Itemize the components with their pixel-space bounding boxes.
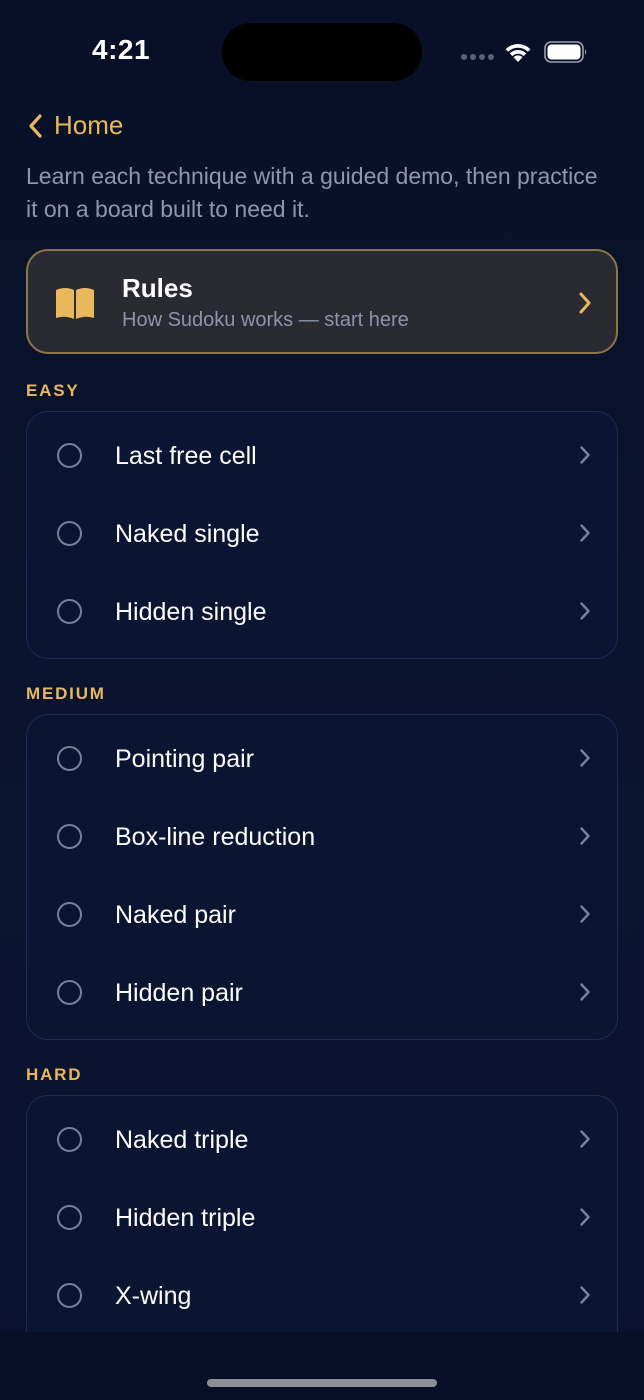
progress-circle-icon bbox=[57, 824, 82, 849]
technique-label: Naked single bbox=[115, 520, 260, 548]
back-button-label: Home bbox=[54, 110, 124, 140]
back-button[interactable]: Home bbox=[26, 110, 123, 141]
progress-circle-icon bbox=[57, 1127, 82, 1152]
technique-row-naked-pair[interactable]: Naked pair bbox=[27, 877, 617, 955]
dynamic-island bbox=[222, 23, 422, 81]
book-icon bbox=[56, 288, 94, 319]
chevron-right-icon bbox=[580, 749, 590, 767]
technique-label: Naked pair bbox=[115, 901, 236, 929]
technique-label: Pointing pair bbox=[115, 745, 254, 773]
progress-circle-icon bbox=[57, 746, 82, 771]
chevron-right-icon bbox=[580, 446, 590, 464]
chevron-right-icon bbox=[580, 524, 590, 542]
technique-label: Last free cell bbox=[115, 442, 257, 470]
home-indicator[interactable] bbox=[207, 1379, 437, 1387]
rules-subtitle: How Sudoku works — start here bbox=[122, 309, 409, 331]
technique-label: X-wing bbox=[115, 1282, 192, 1310]
technique-label: Hidden triple bbox=[115, 1204, 256, 1232]
technique-row-naked-triple[interactable]: Naked triple bbox=[27, 1102, 617, 1180]
chevron-right-icon bbox=[580, 905, 590, 923]
rules-title: Rules bbox=[122, 273, 193, 303]
technique-row-hidden-single[interactable]: Hidden single bbox=[27, 574, 617, 652]
technique-label: Hidden single bbox=[115, 598, 267, 626]
progress-circle-icon bbox=[57, 599, 82, 624]
technique-group-hard: Naked triple Hidden triple X-wing bbox=[26, 1095, 618, 1345]
technique-group-easy: Last free cell Naked single Hidden singl… bbox=[26, 411, 618, 659]
progress-circle-icon bbox=[57, 1205, 82, 1230]
progress-circle-icon bbox=[57, 980, 82, 1005]
progress-circle-icon bbox=[57, 902, 82, 927]
technique-label: Hidden pair bbox=[115, 979, 243, 1007]
chevron-right-icon bbox=[580, 827, 590, 845]
section-title-medium: MEDIUM bbox=[26, 684, 106, 703]
battery-icon bbox=[544, 41, 587, 63]
technique-row-naked-single[interactable]: Naked single bbox=[27, 496, 617, 574]
progress-circle-icon bbox=[57, 1283, 82, 1308]
chevron-left-icon bbox=[29, 113, 42, 138]
chevron-right-icon bbox=[580, 1208, 590, 1226]
technique-label: Naked triple bbox=[115, 1126, 249, 1154]
technique-group-medium: Pointing pair Box-line reduction Naked p… bbox=[26, 714, 618, 1040]
bottom-safe-area bbox=[0, 1332, 644, 1400]
screen: 4:21 Home Learn each technique with a gu… bbox=[0, 0, 644, 1400]
chevron-right-icon bbox=[580, 602, 590, 620]
chevron-right-icon bbox=[580, 983, 590, 1001]
intro-text: Learn each technique with a guided demo,… bbox=[26, 163, 598, 222]
wifi-icon bbox=[505, 44, 531, 62]
chevron-right-icon bbox=[580, 1286, 590, 1304]
chevron-right-icon bbox=[579, 292, 591, 314]
cellular-signal-icon bbox=[461, 54, 494, 60]
section-title-hard: HARD bbox=[26, 1065, 83, 1084]
status-time: 4:21 bbox=[92, 34, 151, 65]
technique-row-last-free-cell[interactable]: Last free cell bbox=[27, 418, 617, 496]
chevron-right-icon bbox=[580, 1130, 590, 1148]
progress-circle-icon bbox=[57, 443, 82, 468]
technique-row-pointing-pair[interactable]: Pointing pair bbox=[27, 721, 617, 799]
technique-row-box-line-reduction[interactable]: Box-line reduction bbox=[27, 799, 617, 877]
progress-circle-icon bbox=[57, 521, 82, 546]
technique-row-x-wing[interactable]: X-wing bbox=[27, 1258, 617, 1336]
technique-label: Box-line reduction bbox=[115, 823, 316, 851]
technique-row-hidden-pair[interactable]: Hidden pair bbox=[27, 955, 617, 1033]
rules-card[interactable]: Rules How Sudoku works — start here bbox=[26, 249, 618, 354]
section-title-easy: EASY bbox=[26, 381, 80, 400]
technique-row-hidden-triple[interactable]: Hidden triple bbox=[27, 1180, 617, 1258]
